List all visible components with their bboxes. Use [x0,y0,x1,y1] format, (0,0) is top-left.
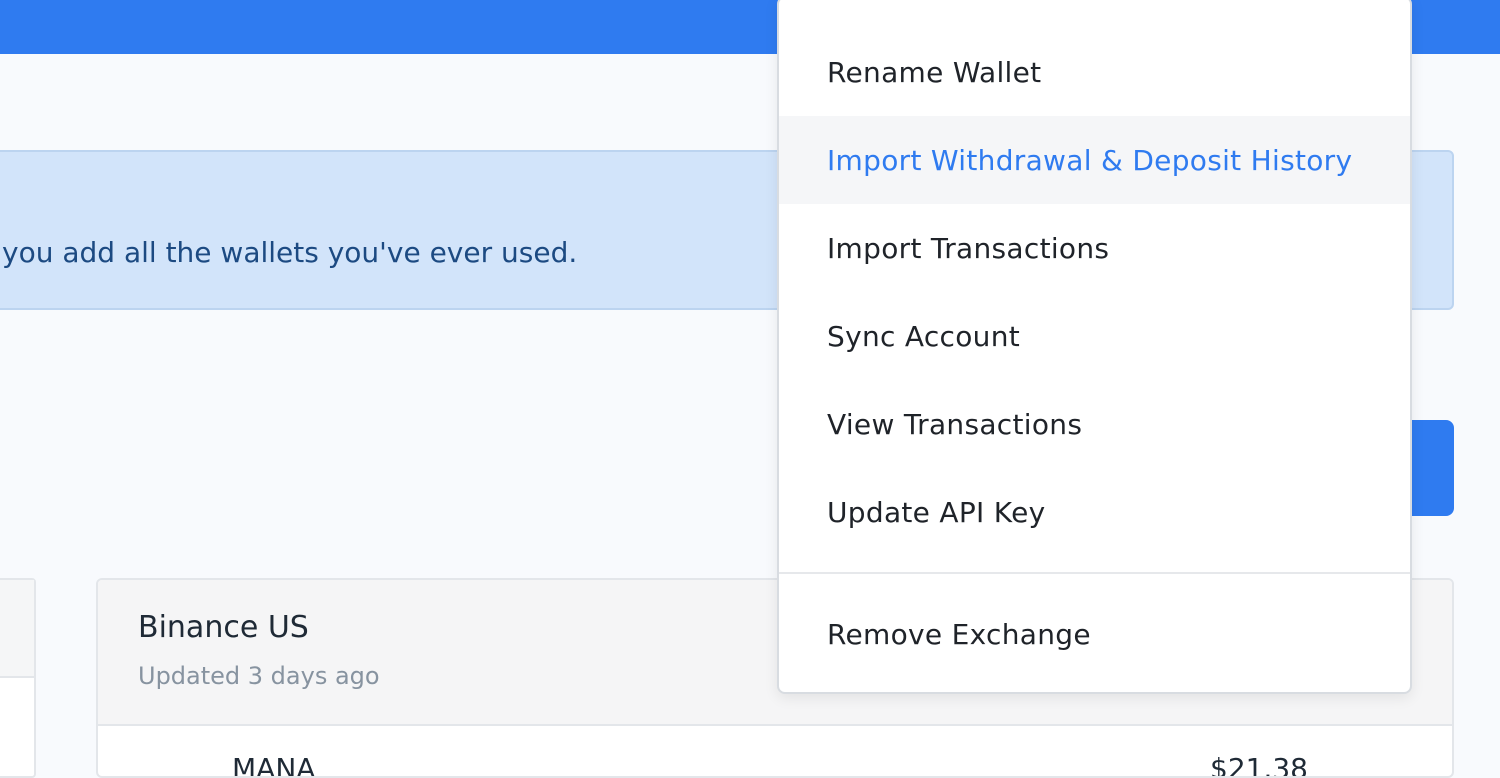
exchange-updated-time: Updated 3 days ago [138,662,380,690]
asset-value: $21.38 [1210,752,1308,778]
menu-item-import-withdrawal-deposit-history[interactable]: Import Withdrawal & Deposit History [779,116,1410,204]
banner-text: you add all the wallets you've ever used… [2,236,578,269]
menu-item-remove-exchange[interactable]: Remove Exchange [779,590,1410,678]
menu-item-update-api-key[interactable]: Update API Key [779,468,1410,556]
menu-item-rename-wallet[interactable]: Rename Wallet [779,28,1410,116]
menu-item-import-transactions[interactable]: Import Transactions [779,204,1410,292]
exchange-title: Binance US [138,610,309,645]
menu-item-view-transactions[interactable]: View Transactions [779,380,1410,468]
menu-item-sync-account[interactable]: Sync Account [779,292,1410,380]
menu-divider [779,572,1410,574]
wallet-options-menu: Rename Wallet Import Withdrawal & Deposi… [777,0,1412,694]
wallet-card-header [0,580,34,678]
wallet-card-partial [0,578,36,778]
asset-name: MANA [232,752,316,778]
